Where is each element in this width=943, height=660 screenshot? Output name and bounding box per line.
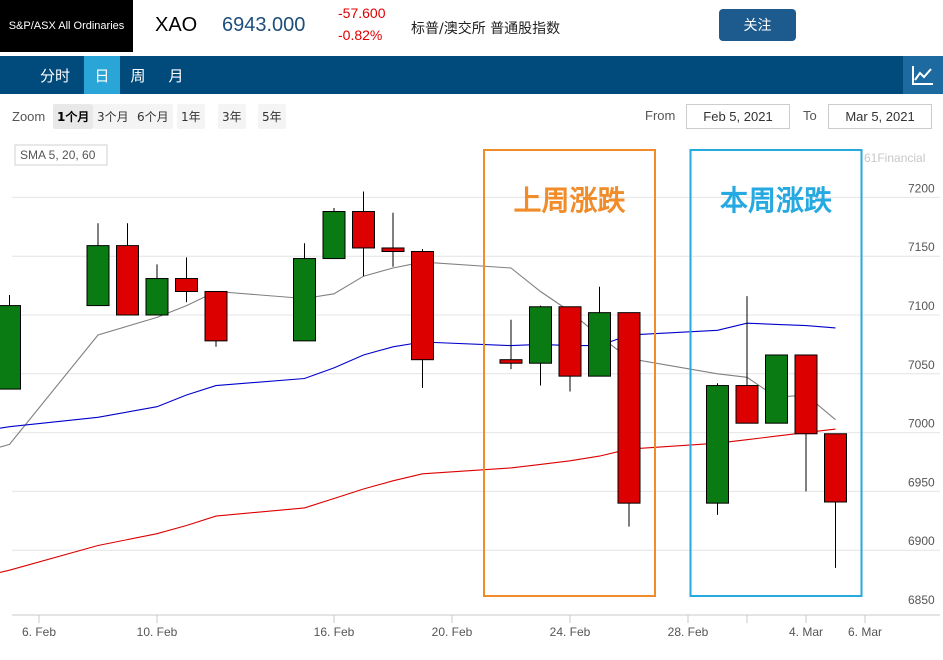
candle-body: [735, 385, 759, 424]
candlestick-chart: 上周涨跌 本周涨跌 6850 6900 6950 7000 7050 7100 7150 720…: [0, 144, 940, 639]
candle-body: [588, 312, 611, 377]
candle: [499, 319, 523, 370]
candle-body: [0, 305, 21, 390]
x-tick-label: 16. Feb: [314, 625, 355, 639]
annotation-label: 本周涨跌: [720, 184, 832, 217]
candle: [706, 383, 729, 515]
y-tick-label: 6850: [908, 593, 935, 607]
candle: [175, 257, 198, 303]
indicator-label: SMA 5, 20, 60: [20, 148, 96, 162]
candle-body: [322, 211, 346, 260]
candle: [322, 207, 346, 260]
stock-chart-app: S&P/ASX All Ordinaries XAO 6943.000 -57.…: [0, 0, 943, 660]
candle: [204, 290, 228, 347]
candle-body: [411, 250, 434, 361]
candle: [411, 249, 434, 388]
candle-body: [794, 354, 818, 435]
x-tick-label: 20. Feb: [432, 625, 473, 639]
x-tick-label: 4. Mar: [789, 625, 823, 639]
x-tick-label: 24. Feb: [550, 625, 591, 639]
y-tick-label: 7100: [908, 299, 935, 313]
candle-body: [145, 278, 169, 316]
candles: [0, 191, 847, 568]
candle: [794, 354, 818, 492]
x-tick-label: 10. Feb: [137, 625, 178, 639]
candle-body: [293, 258, 316, 342]
y-tick-label: 7000: [908, 417, 935, 431]
candle: [558, 306, 582, 392]
watermark: 61Financial: [864, 151, 925, 165]
candle: [824, 433, 847, 568]
y-tick-label: 6900: [908, 534, 935, 548]
candle: [86, 223, 110, 307]
x-tick-label: 6. Mar: [848, 625, 882, 639]
y-tick-label: 7150: [908, 240, 935, 254]
candle-body: [116, 245, 139, 316]
candle: [588, 286, 611, 377]
candle-body: [529, 306, 552, 364]
candle-body: [175, 278, 198, 292]
candle-body: [352, 211, 375, 249]
candle-body: [204, 290, 228, 342]
x-tick-label: 28. Feb: [668, 625, 709, 639]
annotation-label: 上周涨跌: [513, 184, 625, 217]
candle: [145, 264, 169, 316]
candle-body: [765, 354, 788, 424]
candle: [293, 243, 316, 342]
y-tick-label: 7200: [908, 181, 935, 195]
candle: [765, 354, 788, 424]
candle: [116, 223, 139, 316]
candle-body: [86, 245, 110, 307]
candle-body: [381, 247, 405, 252]
candle: [381, 212, 405, 267]
candle-body: [558, 306, 582, 377]
y-tick-label: 6950: [908, 475, 935, 489]
y-tick-label: 7050: [908, 358, 935, 372]
candle-body: [617, 312, 641, 504]
candle: [617, 312, 641, 527]
candle: [0, 295, 21, 390]
candle: [352, 191, 375, 277]
candle-body: [706, 385, 729, 504]
candle-body: [499, 359, 523, 364]
candle-body: [824, 433, 847, 503]
x-tick-label: 6. Feb: [22, 625, 56, 639]
